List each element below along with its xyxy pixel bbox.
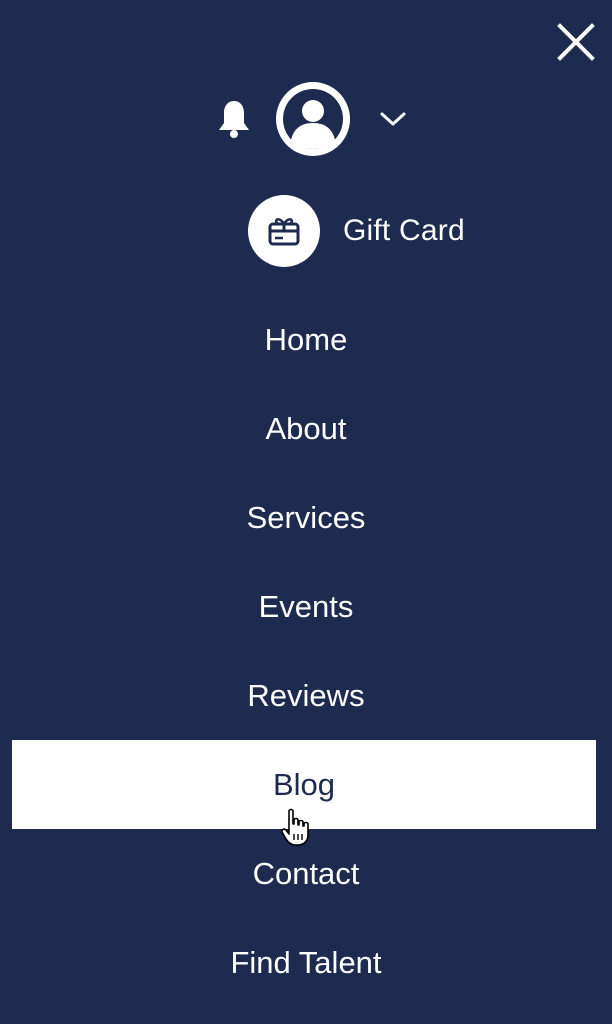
account-bar	[0, 82, 612, 156]
menu-item-services[interactable]: Services	[0, 473, 612, 562]
menu-item-find-talent[interactable]: Find Talent	[0, 918, 612, 1007]
user-avatar-icon	[283, 89, 343, 149]
gift-card-icon-badge	[248, 195, 320, 267]
account-avatar-button[interactable]	[276, 82, 350, 156]
gift-card-icon	[268, 218, 300, 246]
close-icon	[557, 23, 595, 61]
menu-item-contact[interactable]: Contact	[0, 829, 612, 918]
close-menu-button[interactable]	[556, 22, 596, 62]
main-menu: Home About Services Events Reviews Blog …	[0, 295, 612, 1007]
gift-card-label: Gift Card	[343, 214, 465, 247]
notifications-button[interactable]	[216, 99, 252, 139]
account-menu-toggle[interactable]	[378, 106, 408, 130]
menu-item-home[interactable]: Home	[0, 295, 612, 384]
menu-item-about[interactable]: About	[0, 384, 612, 473]
gift-card-link[interactable]: Gift Card	[248, 195, 465, 267]
menu-item-reviews[interactable]: Reviews	[0, 651, 612, 740]
bell-icon	[219, 101, 249, 138]
chevron-down-icon	[380, 112, 406, 126]
menu-item-events[interactable]: Events	[0, 562, 612, 651]
menu-item-blog[interactable]: Blog	[12, 740, 596, 829]
